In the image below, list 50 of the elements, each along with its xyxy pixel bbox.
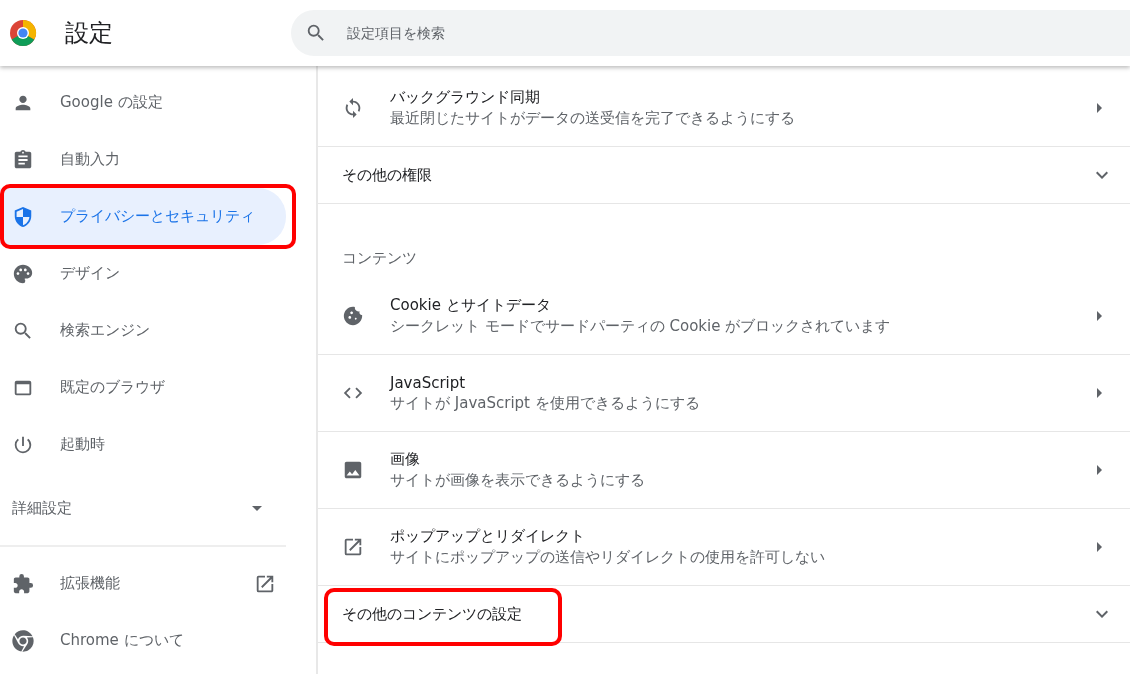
arrow-right-icon <box>1097 388 1102 398</box>
palette-icon <box>12 262 34 285</box>
settings-row[interactable]: バックグラウンド同期 最近閉じたサイトがデータの送受信を完了できるようにする <box>318 70 1130 147</box>
row-title: バックグラウンド同期 <box>390 88 541 107</box>
sidebar-label: 拡張機能 <box>60 574 121 593</box>
arrow-right-icon <box>1097 311 1102 321</box>
settings-row[interactable]: 画像 サイトが画像を表示できるようにする <box>318 432 1130 509</box>
clipboard-icon <box>12 148 34 171</box>
row-title: Cookie とサイトデータ <box>390 296 552 315</box>
search-icon <box>305 22 327 44</box>
cookie-icon <box>342 305 364 327</box>
row-description: 最近閉じたサイトがデータの送受信を完了できるようにする <box>390 109 796 128</box>
sidebar-item[interactable]: 既定のブラウザ <box>0 359 286 416</box>
arrow-right-icon <box>1097 542 1102 552</box>
image-icon <box>342 459 364 481</box>
caret-down-icon <box>252 505 262 511</box>
expandable-row[interactable]: その他の権限 <box>318 147 1130 204</box>
row-description: サイトにポップアップの送信やリダイレクトの使用を許可しない <box>390 548 826 567</box>
sidebar-item[interactable]: Chrome について <box>0 612 286 669</box>
search-field[interactable]: 設定項目を検索 <box>345 24 1130 42</box>
row-title: ポップアップとリダイレクト <box>390 527 586 546</box>
settings-row[interactable]: ポップアップとリダイレクト サイトにポップアップの送信やリダイレクトの使用を許可しない <box>318 509 1130 586</box>
advanced-settings-toggle[interactable]: 詳細設定 <box>0 477 286 539</box>
sidebar-item[interactable]: Google の設定 <box>0 74 286 131</box>
section-heading: コンテンツ <box>342 249 417 268</box>
sidebar-item[interactable]: 拡張機能 <box>0 555 286 612</box>
arrow-right-icon <box>1097 103 1102 113</box>
search-bar[interactable]: 設定項目を検索 <box>291 10 1130 56</box>
row-description: サイトが画像を表示できるようにする <box>390 471 646 490</box>
settings-row[interactable]: JavaScript サイトが JavaScript を使用できるようにする <box>318 355 1130 432</box>
expandable-row[interactable]: その他のコンテンツの設定 <box>318 586 1130 643</box>
row-description: サイトが JavaScript を使用できるようにする <box>390 393 701 413</box>
row-title: JavaScript <box>390 373 467 392</box>
sidebar-item[interactable]: 起動時 <box>0 416 286 473</box>
row-title: その他のコンテンツの設定 <box>342 604 522 624</box>
sidebar-item[interactable]: デザイン <box>0 245 286 302</box>
page-title: 設定 <box>65 18 114 49</box>
settings-row[interactable]: Cookie とサイトデータ シークレット モードでサードパーティの Cookie がブロックされています <box>318 278 1130 355</box>
row-description: シークレット モードでサードパーティの Cookie がブロックされています <box>390 317 892 336</box>
chrome-icon <box>12 629 34 652</box>
arrow-right-icon <box>1097 465 1102 475</box>
shield-icon <box>12 205 34 228</box>
row-title: その他の権限 <box>342 165 432 185</box>
chrome-logo-icon <box>9 19 37 47</box>
puzzle-icon <box>12 572 34 595</box>
sidebar-item[interactable]: 検索エンジン <box>0 302 286 359</box>
sidebar-label: Chrome について <box>60 631 185 650</box>
row-title: 画像 <box>390 450 421 469</box>
open-in-new-icon <box>342 536 364 558</box>
sidebar-item[interactable]: 自動入力 <box>0 131 286 188</box>
